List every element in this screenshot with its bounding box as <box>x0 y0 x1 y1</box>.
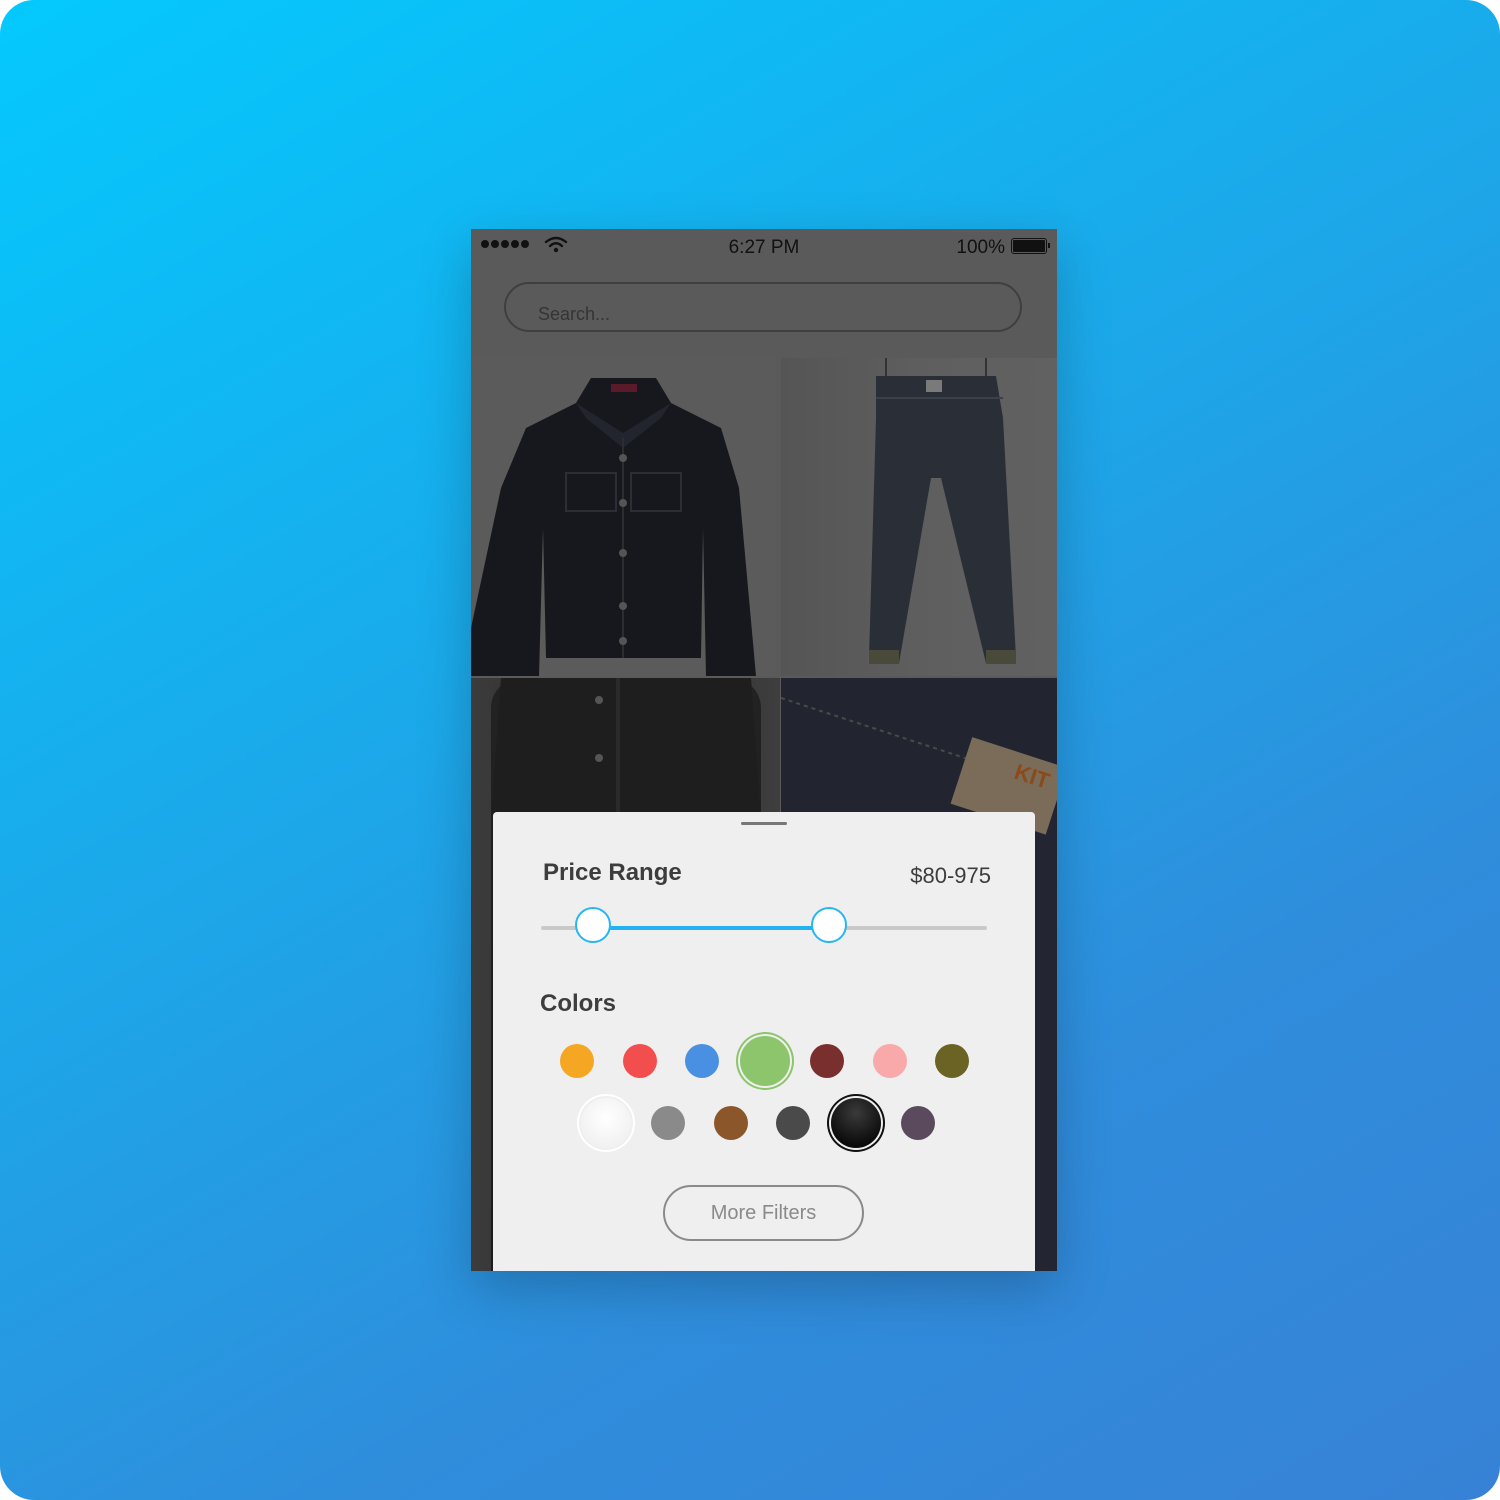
denim-jacket-photo <box>471 378 756 676</box>
color-swatch-gray[interactable] <box>651 1106 685 1140</box>
color-swatch-red[interactable] <box>622 1044 657 1078</box>
color-swatch-brown[interactable] <box>713 1106 748 1140</box>
color-swatch-green[interactable] <box>739 1036 790 1086</box>
color-swatch-olive[interactable] <box>935 1044 969 1078</box>
product-card-jacket[interactable] <box>471 358 776 676</box>
battery-icon <box>1011 238 1050 254</box>
color-swatch-pink[interactable] <box>872 1044 907 1078</box>
price-range-title: Price Range <box>543 859 682 886</box>
color-swatch-white[interactable] <box>580 1098 631 1148</box>
filter-sheet: Price Range $80-975 Colors More Filters <box>493 812 1035 1271</box>
color-swatch-plum[interactable] <box>901 1106 935 1140</box>
price-range-value: $80-975 <box>910 863 991 888</box>
battery-percent: 100% <box>956 237 1005 258</box>
more-filters-button[interactable]: More Filters <box>663 1185 864 1241</box>
phone-screen: 6:27 PM 100% Search... KIT Price Range $… <box>471 229 1057 1271</box>
price-slider-selected-range <box>592 926 830 930</box>
price-slider-max-handle[interactable] <box>811 907 848 943</box>
color-swatch-blue[interactable] <box>685 1044 719 1078</box>
product-card-jeans[interactable] <box>781 358 1057 676</box>
status-bar: 6:27 PM 100% <box>471 229 1057 269</box>
color-swatch-dark-gray[interactable] <box>776 1106 810 1140</box>
color-swatch-maroon[interactable] <box>810 1044 844 1078</box>
sheet-drag-handle[interactable] <box>741 822 787 825</box>
hanging-jeans-photo <box>869 358 1016 664</box>
color-swatch-orange[interactable] <box>560 1044 594 1078</box>
colors-title: Colors <box>540 990 617 1017</box>
color-swatch-black[interactable] <box>830 1098 881 1148</box>
price-slider-min-handle[interactable] <box>574 907 611 943</box>
search-input[interactable] <box>504 282 1022 332</box>
